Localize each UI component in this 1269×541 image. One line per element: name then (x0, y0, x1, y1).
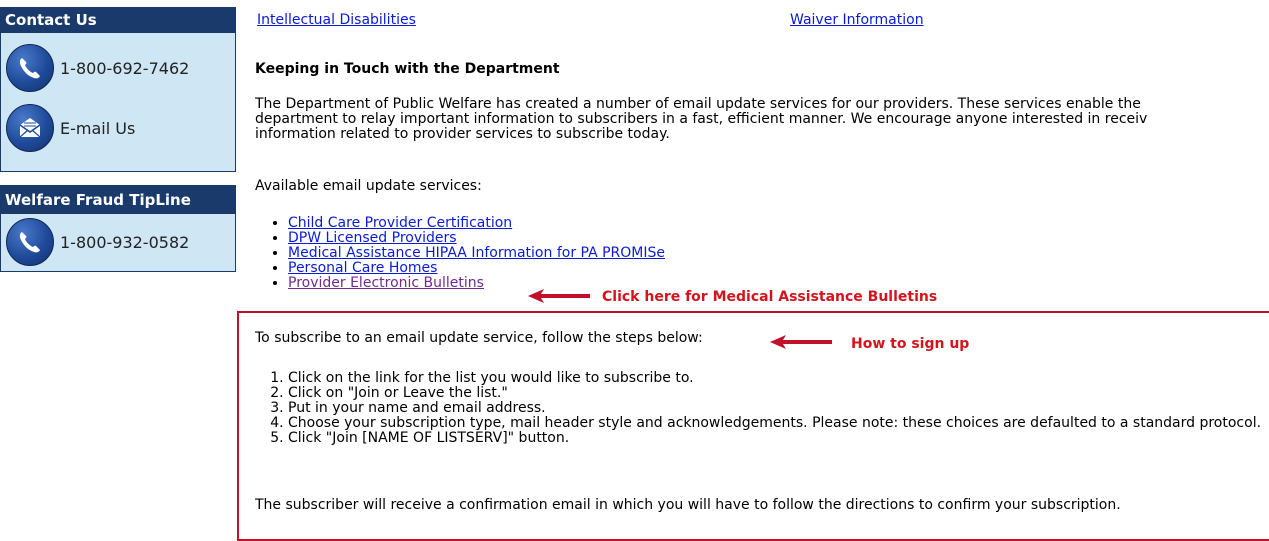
list-item: Put in your name and email address. (288, 401, 1268, 416)
email-us-link[interactable]: E-mail Us (60, 119, 135, 138)
list-item: DPW Licensed Providers (288, 231, 665, 246)
signup-steps: Click on the link for the list you would… (255, 371, 1268, 446)
list-item: Click on "Join or Leave the list." (288, 386, 1268, 401)
confirmation-text: The subscriber will receive a confirmati… (255, 497, 1121, 513)
fraud-tipline-title: Welfare Fraud TipLine (1, 186, 235, 214)
service-link-dpw-licensed[interactable]: DPW Licensed Providers (288, 230, 457, 246)
fraud-tipline-box: Welfare Fraud TipLine 1-800-932-0582 (0, 185, 236, 272)
signup-callout: How to sign up (851, 336, 970, 352)
waiver-information-link[interactable]: Waiver Information (790, 12, 924, 28)
list-item: Choose your subscription type, mail head… (288, 416, 1268, 431)
available-services-label: Available email update services: (255, 178, 482, 194)
contact-phone-row[interactable]: 1-800-692-7462 (6, 44, 189, 92)
contact-us-box: Contact Us 1-800-692-7462 E-mail Us (0, 7, 236, 172)
list-item: Click on the link for the list you would… (288, 371, 1268, 386)
service-link-provider-bulletins[interactable]: Provider Electronic Bulletins (288, 275, 484, 291)
contact-phone-number: 1-800-692-7462 (60, 58, 190, 78)
list-item: Click "Join [NAME OF LISTSERV]" button. (288, 431, 1268, 446)
intellectual-disabilities-link[interactable]: Intellectual Disabilities (257, 12, 416, 28)
phone-icon (6, 44, 54, 92)
intro-line: department to relay important informatio… (255, 111, 1148, 127)
tipline-phone-number: 1-800-932-0582 (60, 232, 190, 252)
list-item: Child Care Provider Certification (288, 216, 665, 231)
intro-paragraph: The Department of Public Welfare has cre… (255, 97, 1269, 142)
email-us-row[interactable]: E-mail Us (6, 104, 135, 152)
email-icon (6, 104, 54, 152)
service-link-personal-care[interactable]: Personal Care Homes (288, 260, 437, 276)
list-item: Medical Assistance HIPAA Information for… (288, 246, 665, 261)
services-list: Child Care Provider Certification DPW Li… (255, 216, 665, 291)
subscribe-instructions: To subscribe to an email update service,… (255, 330, 703, 346)
service-link-child-care[interactable]: Child Care Provider Certification (288, 215, 512, 231)
arrow-left-icon (528, 289, 590, 303)
intro-line: information related to provider services… (255, 126, 670, 142)
tipline-phone-row[interactable]: 1-800-932-0582 (6, 218, 189, 266)
phone-icon (6, 218, 54, 266)
bulletins-callout: Click here for Medical Assistance Bullet… (602, 289, 938, 305)
page-heading: Keeping in Touch with the Department (255, 61, 560, 77)
arrow-left-icon (770, 335, 832, 349)
intro-line: The Department of Public Welfare has cre… (255, 97, 1141, 112)
contact-us-title: Contact Us (1, 8, 235, 33)
service-link-hipaa[interactable]: Medical Assistance HIPAA Information for… (288, 245, 665, 261)
list-item: Personal Care Homes (288, 261, 665, 276)
